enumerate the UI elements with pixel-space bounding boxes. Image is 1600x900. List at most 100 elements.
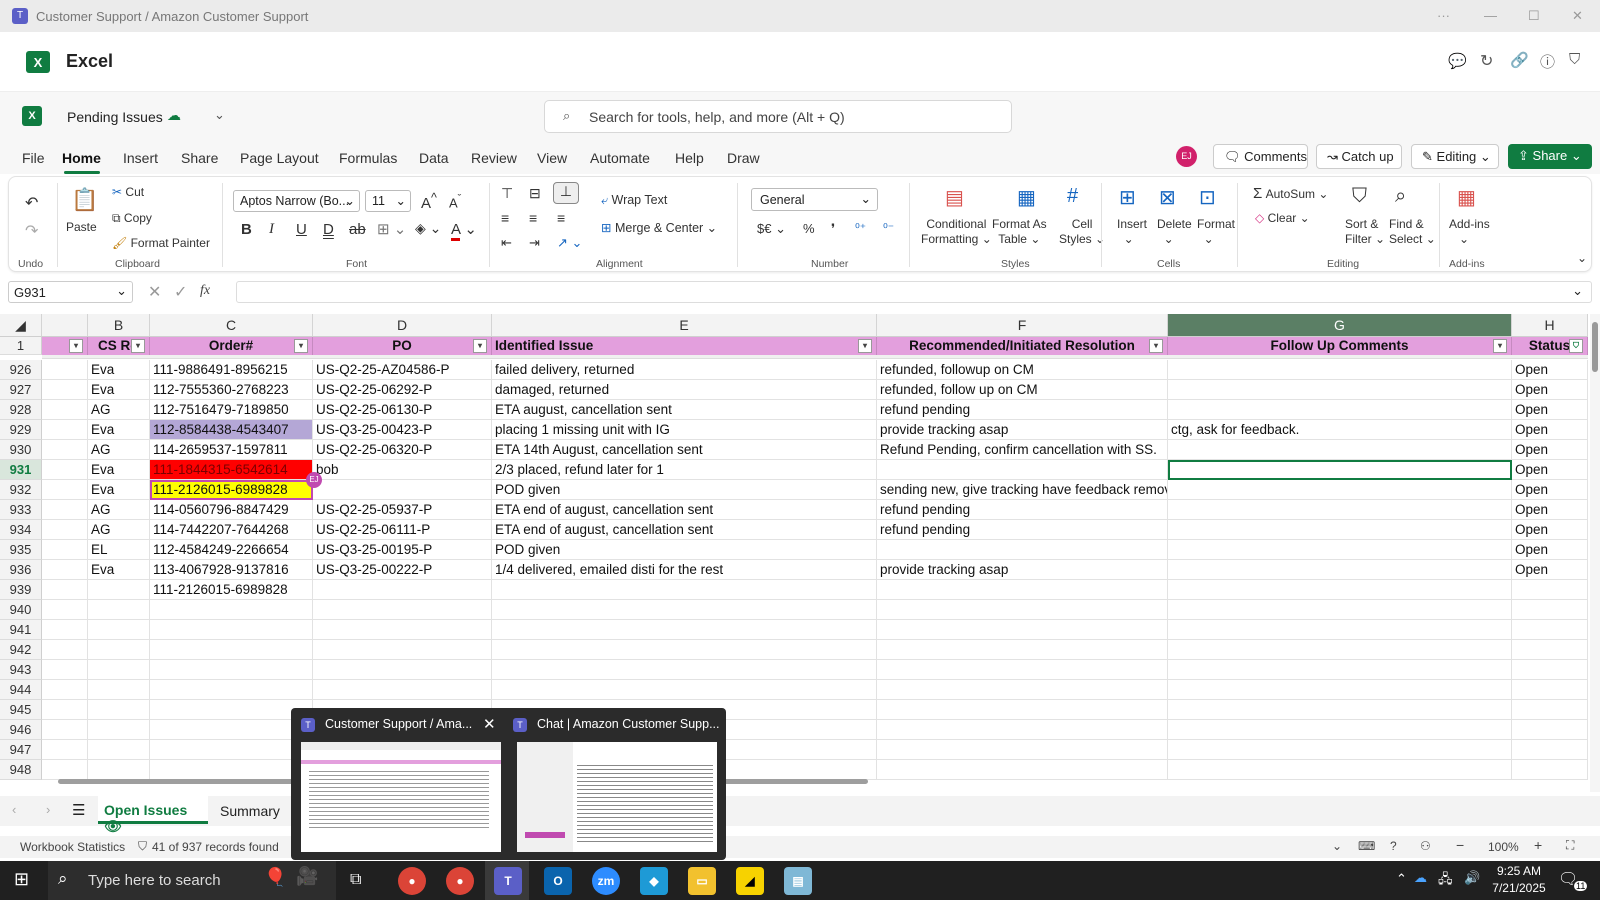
tab-data[interactable]: Data <box>419 150 449 166</box>
cell-h[interactable]: Open <box>1512 480 1588 500</box>
cell-h[interactable]: Open <box>1512 520 1588 540</box>
cell-b[interactable] <box>88 680 150 700</box>
strikethrough-icon[interactable]: ab <box>349 221 366 238</box>
feedback-icon[interactable]: ⚇ <box>1420 839 1431 853</box>
cancel-icon[interactable]: ✕ <box>148 282 161 302</box>
file-explorer-icon[interactable]: ▭ <box>688 867 716 895</box>
cell-a[interactable] <box>42 420 88 440</box>
cell-e[interactable]: ETA august, cancellation sent <box>492 400 877 420</box>
cell-a[interactable] <box>42 540 88 560</box>
cell-g[interactable] <box>1168 720 1512 740</box>
cell-c[interactable] <box>150 600 313 620</box>
shield-icon[interactable]: ⛉ <box>1569 51 1580 68</box>
zoom-out-icon[interactable]: − <box>1456 837 1464 853</box>
cell-f[interactable] <box>877 580 1168 600</box>
cell-b[interactable] <box>88 720 150 740</box>
double-underline-icon[interactable]: D <box>323 221 334 238</box>
cell-c[interactable] <box>150 620 313 640</box>
wrap-text-button[interactable]: ⤶ Wrap Text <box>601 193 667 208</box>
sheet-tab-open-issues[interactable]: Open Issues 👁 <box>98 796 208 834</box>
cell-e[interactable]: 1/4 delivered, emailed disti for the res… <box>492 560 877 580</box>
cell-e[interactable]: POD given <box>492 540 877 560</box>
cell-styles-icon[interactable]: # <box>1067 185 1078 208</box>
cell-b[interactable] <box>88 660 150 680</box>
task-view-icon[interactable]: ⧉ <box>350 871 361 889</box>
row-header[interactable]: 941 <box>0 620 42 640</box>
keyboard-icon[interactable]: ⌨ <box>1358 839 1375 853</box>
sheet-list-icon[interactable]: ☰ <box>72 801 85 819</box>
cell-a[interactable] <box>42 580 88 600</box>
cell-c[interactable]: 113-4067928-9137816 <box>150 560 313 580</box>
decrease-indent-icon[interactable]: ⇤ <box>501 235 512 251</box>
conditional-formatting-icon[interactable]: ▤ <box>945 185 964 210</box>
increase-decimal-icon[interactable]: ⁰⁺ <box>855 221 866 235</box>
cell-d[interactable] <box>313 620 492 640</box>
cell-b[interactable]: Eva <box>88 360 150 380</box>
cell-a[interactable] <box>42 360 88 380</box>
cell-d[interactable]: US-Q2-25-06130-P <box>313 400 492 420</box>
format-cells-icon[interactable]: ⊡ <box>1199 185 1216 210</box>
prev-sheet-icon[interactable]: ‹ <box>12 802 16 817</box>
cell-a[interactable] <box>42 460 88 480</box>
filter-dropdown-icon[interactable]: ▾ <box>1493 339 1507 353</box>
cell-e[interactable] <box>492 680 877 700</box>
row-header[interactable]: 929 <box>0 420 42 440</box>
cell-b[interactable]: Eva <box>88 560 150 580</box>
collaborator-badge[interactable]: EJ <box>306 472 322 488</box>
next-sheet-icon[interactable]: › <box>46 802 50 817</box>
cell-g[interactable] <box>1168 640 1512 660</box>
cell-c[interactable]: 112-7555360-2768223 <box>150 380 313 400</box>
italic-icon[interactable]: I <box>269 221 274 238</box>
cell-g[interactable] <box>1168 580 1512 600</box>
chevron-down-icon[interactable]: ⌄ <box>214 107 225 123</box>
zoom-in-icon[interactable]: + <box>1534 837 1542 853</box>
row-header[interactable]: 944 <box>0 680 42 700</box>
cell-g[interactable] <box>1168 520 1512 540</box>
cell-h[interactable]: Open <box>1512 400 1588 420</box>
clock-date[interactable]: 7/21/2025 <box>1488 881 1550 895</box>
cell-c[interactable]: 111-2126015-6989828 <box>150 580 313 600</box>
editing-mode-button[interactable]: ✎ Editing ⌄ <box>1411 144 1499 169</box>
notepad-icon[interactable]: ▤ <box>784 867 812 895</box>
cell-c[interactable]: 111-1844315-6542614 <box>150 460 313 480</box>
column-header-a[interactable] <box>42 314 88 337</box>
find-select-button[interactable]: Find & Select ⌄ <box>1389 217 1436 247</box>
cell-c[interactable]: 114-2659537-1597811 <box>150 440 313 460</box>
cell-e[interactable]: ETA end of august, cancellation sent <box>492 520 877 540</box>
cell-c[interactable] <box>150 660 313 680</box>
maximize-icon[interactable]: ☐ <box>1528 8 1540 24</box>
tab-review[interactable]: Review <box>471 150 517 166</box>
tab-share[interactable]: Share <box>181 150 218 166</box>
tab-formulas[interactable]: Formulas <box>339 150 397 166</box>
cell-b[interactable]: AG <box>88 520 150 540</box>
chrome-profile-icon[interactable]: ● <box>446 867 474 895</box>
tab-view[interactable]: View <box>537 150 567 166</box>
cell-f[interactable] <box>877 760 1168 780</box>
cell-f[interactable]: refunded, followup on CM <box>877 360 1168 380</box>
tab-page-layout[interactable]: Page Layout <box>240 150 319 166</box>
cell-e[interactable] <box>492 640 877 660</box>
cell-e[interactable]: POD given <box>492 480 877 500</box>
function-icon[interactable]: fx <box>200 283 210 299</box>
cell-b[interactable] <box>88 600 150 620</box>
cell-c[interactable]: 114-0560796-8847429 <box>150 500 313 520</box>
cell-f[interactable] <box>877 720 1168 740</box>
doc-title[interactable]: Pending Issues <box>67 109 163 125</box>
bold-icon[interactable]: B <box>241 221 252 238</box>
preview-title[interactable]: Chat | Amazon Customer Supp... <box>537 717 720 731</box>
filter-dropdown-icon[interactable]: ▾ <box>858 339 872 353</box>
chevron-down-icon[interactable]: ⌄ <box>1332 839 1342 853</box>
cell-d[interactable]: US-Q2-25-05937-P <box>313 500 492 520</box>
row-header[interactable]: 942 <box>0 640 42 660</box>
insert-cells-icon[interactable]: ⊞ <box>1119 185 1136 210</box>
close-icon[interactable]: ✕ <box>1572 8 1583 24</box>
cell-h[interactable] <box>1512 720 1588 740</box>
cell-g[interactable] <box>1168 600 1512 620</box>
column-header-h[interactable]: H <box>1512 314 1588 337</box>
paste-button[interactable]: Paste <box>66 220 97 234</box>
cell-d[interactable]: US-Q2-25-06111-P <box>313 520 492 540</box>
row-header[interactable]: 931 <box>0 460 42 480</box>
preview-thumbnail[interactable] <box>517 742 717 852</box>
cell-h[interactable] <box>1512 660 1588 680</box>
collapse-ribbon-icon[interactable]: ⌄ <box>1577 251 1587 265</box>
